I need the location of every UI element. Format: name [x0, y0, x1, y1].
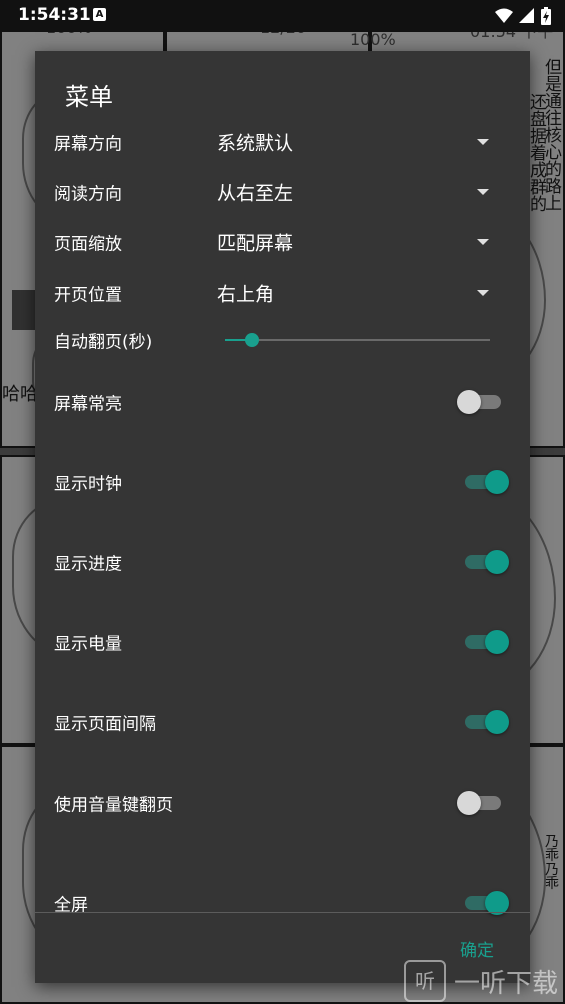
- status-bar: 1:54:31 A: [0, 0, 565, 32]
- slider-thumb[interactable]: [245, 333, 259, 347]
- fullscreen-row: 全屏: [35, 878, 530, 928]
- auto-flip-row: 自动翻页(秒): [35, 315, 530, 365]
- screen-orientation-value: 系统默认: [217, 132, 294, 155]
- start-position-row: 开页位置 右上角: [35, 268, 530, 318]
- screen-orientation-row: 屏幕方向 系统默认: [35, 117, 530, 167]
- watermark-logo-icon: 听: [404, 960, 446, 1002]
- show-clock-row: 显示时钟: [35, 457, 530, 507]
- reading-direction-value: 从右至左: [217, 182, 294, 205]
- volume-key-flip-label: 使用音量键翻页: [54, 795, 173, 816]
- keep-screen-on-row: 屏幕常亮: [35, 377, 530, 427]
- volume-key-flip-row: 使用音量键翻页: [35, 778, 530, 828]
- dropdown-arrow-icon: [477, 139, 489, 145]
- keep-screen-on-label: 屏幕常亮: [54, 394, 122, 415]
- slider-track: [225, 339, 490, 341]
- screen-orientation-label: 屏幕方向: [54, 134, 122, 155]
- watermark-text: 一听下载: [454, 968, 559, 999]
- status-time: 1:54:31: [18, 5, 91, 25]
- dropdown-arrow-icon: [477, 189, 489, 195]
- wifi-icon: [495, 8, 513, 23]
- reading-direction-label: 阅读方向: [54, 184, 122, 205]
- notification-icon: A: [93, 8, 106, 21]
- show-battery-row: 显示电量: [35, 617, 530, 667]
- start-position-value: 右上角: [217, 283, 275, 306]
- page-scale-value: 匹配屏幕: [217, 232, 294, 255]
- dialog-divider: [35, 912, 530, 913]
- page-scale-row: 页面缩放 匹配屏幕: [35, 217, 530, 267]
- watermark: 听 一听下载: [404, 960, 558, 1002]
- menu-dialog: 菜单 屏幕方向 系统默认 阅读方向 从右至左 页面缩放 匹配屏幕 开页位置 右上…: [35, 51, 530, 983]
- page-scale-label: 页面缩放: [54, 234, 122, 255]
- show-page-gap-label: 显示页面间隔: [54, 714, 156, 735]
- auto-flip-label: 自动翻页(秒): [54, 332, 153, 353]
- dropdown-arrow-icon: [477, 239, 489, 245]
- show-progress-row: 显示进度: [35, 537, 530, 587]
- volume-key-flip-switch[interactable]: [457, 789, 505, 817]
- show-page-gap-switch[interactable]: [461, 708, 509, 736]
- show-progress-label: 显示进度: [54, 554, 122, 575]
- screen-orientation-dropdown[interactable]: 系统默认: [217, 122, 502, 162]
- page-scale-dropdown[interactable]: 匹配屏幕: [217, 222, 502, 262]
- show-page-gap-row: 显示页面间隔: [35, 697, 530, 747]
- start-position-label: 开页位置: [54, 285, 122, 306]
- show-clock-switch[interactable]: [461, 468, 509, 496]
- auto-flip-slider[interactable]: [225, 328, 490, 352]
- keep-screen-on-switch[interactable]: [457, 388, 505, 416]
- reading-direction-row: 阅读方向 从右至左: [35, 167, 530, 217]
- dropdown-arrow-icon: [477, 290, 489, 296]
- reading-direction-dropdown[interactable]: 从右至左: [217, 172, 502, 212]
- show-progress-switch[interactable]: [461, 548, 509, 576]
- show-battery-switch[interactable]: [461, 628, 509, 656]
- confirm-button[interactable]: 确定: [460, 936, 494, 961]
- dialog-title: 菜单: [65, 83, 113, 111]
- show-battery-label: 显示电量: [54, 634, 122, 655]
- start-position-dropdown[interactable]: 右上角: [217, 273, 502, 313]
- signal-icon: [519, 8, 534, 23]
- show-clock-label: 显示时钟: [54, 474, 122, 495]
- battery-charging-icon: [541, 7, 551, 25]
